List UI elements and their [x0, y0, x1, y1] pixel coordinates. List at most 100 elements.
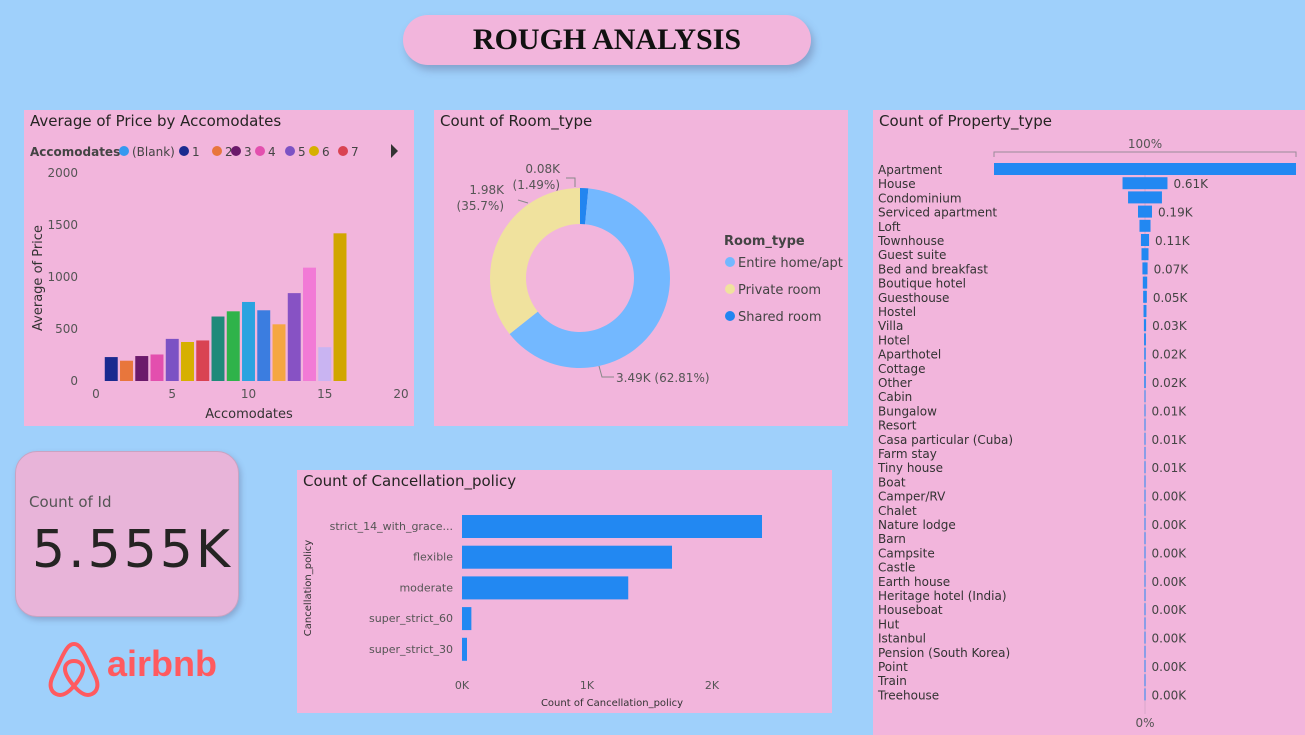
funnel-bottom-label: 0% [1135, 716, 1154, 730]
x-tick-label: 10 [241, 387, 256, 401]
funnel-bar [1144, 688, 1146, 701]
funnel-bar [1144, 560, 1146, 573]
funnel-bar [1144, 347, 1146, 360]
funnel-bar [994, 163, 1296, 175]
funnel-bar [1144, 603, 1146, 616]
funnel-bar [1140, 234, 1150, 246]
price-chart-panel: Average of Price by Accomodates Accomoda… [24, 110, 414, 426]
cancel-bar [462, 576, 629, 600]
slice-label: 3.49K (62.81%) [616, 371, 710, 385]
funnel-bar [1143, 290, 1147, 303]
property-category-label: Guesthouse [878, 291, 949, 305]
funnel-bar [1143, 319, 1147, 332]
room-chart-panel: Count of Room_type 3.49K (62.81%) 1.98K (3… [434, 110, 848, 426]
funnel-bar [1142, 262, 1148, 275]
funnel-bar [1144, 333, 1146, 346]
funnel-bar [1144, 631, 1146, 644]
price-bar [120, 360, 133, 381]
cancel-category-label: super_strict_30 [369, 643, 453, 656]
property-category-label: Resort [878, 419, 917, 433]
property-category-label: Tiny house [877, 461, 943, 475]
legend-title: Accomodates [30, 145, 120, 159]
price-bar [196, 340, 210, 381]
data-label: 0.02K [1152, 376, 1188, 390]
property-category-label: Istanbul [878, 632, 926, 646]
data-label: 0.00K [1152, 490, 1188, 504]
price-chart: Accomodates (Blank) 1 2 3 4 5 6 7050010001500200… [30, 144, 409, 422]
property-category-label: Villa [878, 319, 903, 333]
data-label: 0.00K [1152, 546, 1188, 560]
price-bar [333, 233, 347, 381]
property-category-label: Campsite [878, 546, 935, 560]
data-label: 0.00K [1152, 688, 1188, 702]
property-category-label: Other [878, 376, 912, 390]
kpi-card: Count of Id 5.555K [15, 451, 239, 617]
funnel-bar [1144, 546, 1146, 559]
airbnb-logo: airbnb [47, 640, 227, 700]
legend-title: Room_type [724, 234, 805, 249]
property-category-label: Nature lodge [878, 518, 956, 532]
legend-label: Entire home/apt [738, 256, 843, 271]
funnel-bar [1144, 674, 1146, 687]
property-category-label: Hostel [878, 305, 916, 319]
price-bar [287, 293, 301, 381]
x-tick-label: 5 [168, 387, 176, 401]
cancel-bar [462, 545, 672, 569]
y-tick-label: 0 [70, 374, 78, 388]
leader-line [566, 177, 576, 187]
cancel-bar [462, 637, 467, 661]
funnel-bar [1122, 177, 1168, 190]
legend-label: 4 [268, 145, 276, 159]
property-category-label: Casa particular (Cuba) [878, 433, 1013, 447]
x-tick-label: 20 [393, 387, 408, 401]
price-bar [165, 338, 179, 381]
legend-next-arrow-icon [391, 144, 398, 158]
property-category-label: Point [878, 660, 908, 674]
slice-label: (35.7%) [457, 199, 504, 213]
price-bar [257, 310, 271, 381]
airbnb-logo-icon [48, 642, 100, 697]
cancel-bar [462, 607, 472, 631]
property-category-label: Houseboat [878, 603, 943, 617]
legend-marker [212, 146, 222, 156]
property-category-label: Cabin [878, 390, 912, 404]
legend-label: Shared room [738, 310, 822, 325]
legend-marker [725, 311, 735, 321]
property-category-label: Hut [878, 617, 900, 631]
data-label: 0.11K [1155, 234, 1191, 248]
y-tick-label: 1000 [47, 270, 78, 284]
property-category-label: Chalet [878, 504, 917, 518]
legend-marker [725, 284, 735, 294]
property-category-label: Cottage [878, 362, 925, 376]
legend-marker [338, 146, 348, 156]
funnel-bar [1144, 447, 1146, 459]
price-bar [242, 301, 255, 381]
data-label: 0.61K [1173, 177, 1209, 191]
property-category-label: Boat [878, 475, 906, 489]
legend-label: 3 [244, 145, 252, 159]
cancel-category-label: super_strict_60 [369, 612, 453, 625]
leader-line [598, 365, 614, 378]
property-category-label: Apartment [878, 163, 942, 177]
funnel-top-bracket [993, 151, 1297, 157]
cancel-category-label: strict_14_with_grace... [330, 520, 453, 533]
property-category-label: Hotel [878, 333, 910, 347]
funnel-bar [1144, 518, 1146, 530]
property-category-label: Guest suite [878, 248, 946, 262]
y-tick-label: 1500 [47, 218, 78, 232]
slice-label: (1.49%) [513, 178, 560, 192]
price-bar [104, 357, 118, 381]
price-bar [150, 354, 164, 381]
price-bar [303, 267, 316, 381]
property-category-label: Aparthotel [878, 348, 941, 362]
funnel-bar [1143, 305, 1147, 317]
legend-marker [255, 146, 265, 156]
data-label: 0.01K [1152, 404, 1188, 418]
property-category-label: Townhouse [877, 234, 944, 248]
legend-marker [309, 146, 319, 156]
funnel-bar [1144, 617, 1146, 630]
price-bar [135, 356, 149, 381]
property-category-label: Farm stay [878, 447, 937, 461]
data-label: 0.01K [1152, 433, 1188, 447]
property-category-label: Barn [878, 532, 906, 546]
